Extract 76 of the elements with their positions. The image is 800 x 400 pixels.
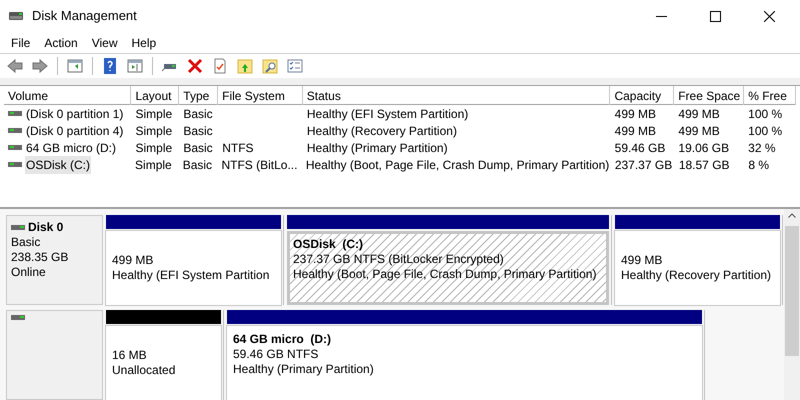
drive-icon	[11, 225, 25, 230]
table-cell-text: 499 MB	[678, 106, 720, 122]
partition-info: 16 MB	[112, 348, 148, 363]
disk-status: Online	[11, 265, 47, 280]
disk-type: Basic	[11, 235, 42, 250]
column-header[interactable]: Type	[179, 86, 218, 105]
disk-size: 238.35 GB	[11, 250, 70, 265]
table-cell-text: Simple	[135, 156, 172, 174]
maximize-icon	[710, 10, 720, 22]
table-cell-text: Simple	[136, 140, 172, 156]
menu-item[interactable]: File	[4, 32, 38, 52]
partition-title: OSDisk (C:)	[293, 237, 364, 252]
table-cell-text: 18.57 GB	[678, 156, 730, 174]
table-cell-text: NTFS	[222, 140, 254, 156]
volume-name[interactable]: OSDisk (C:)	[25, 156, 91, 174]
partition-box[interactable]: 499 MB Healthy (EFI System Partition	[106, 231, 281, 305]
partition-box[interactable]: 64 GB micro (D:) 59.46 GB NTFS Healthy (Primary Partition)	[227, 326, 702, 400]
partition-title: 64 GB micro (D:)	[233, 332, 332, 347]
volume-name[interactable]: (Disk 0 partition 4)	[25, 122, 124, 140]
partition-info: 499 MB	[112, 253, 154, 268]
scrollbar-thumb[interactable]	[785, 226, 799, 356]
menu-item[interactable]: Action	[37, 32, 85, 52]
table-cell-text: 499 MB	[614, 122, 656, 140]
table-cell-text: Basic	[183, 140, 213, 156]
table-cell-text: Basic	[183, 106, 213, 122]
table-cell-text: 19.06 GB	[678, 140, 730, 156]
partition-info: Healthy (Recovery Partition)	[621, 268, 772, 283]
disk-name: Disk 0	[28, 220, 64, 235]
column-header[interactable]: % Free	[744, 86, 796, 105]
table-cell-text: Basic	[183, 122, 213, 140]
close-icon	[764, 10, 774, 22]
column-header[interactable]: File System	[218, 86, 303, 105]
table-cell-text: 100 %	[748, 106, 782, 122]
scrollbar[interactable]	[784, 209, 800, 400]
table-cell-text: Simple	[136, 106, 172, 122]
table-cell-text: Healthy (Boot, Page File, Crash Dump, Primary Partition)	[306, 156, 610, 174]
column-header[interactable]: Status	[302, 86, 610, 105]
table-cell-text: Simple	[136, 122, 172, 140]
table-cell-text: 8 %	[748, 156, 770, 174]
partition-box[interactable]: OSDisk (C:) 237.37 GB NTFS (BitLocker Encrypted) Healthy (Boot, Page File, Crash Dump, Primary Partition)	[287, 231, 609, 305]
table-cell-text: 499 MB	[614, 106, 656, 122]
table-cell-text: Healthy (Recovery Partition)	[306, 122, 457, 140]
partition-info: 59.46 GB NTFS	[233, 347, 320, 362]
menu-item[interactable]: Help	[124, 32, 164, 52]
table-cell-text: Basic	[182, 156, 212, 174]
table-cell-text: 499 MB	[678, 122, 720, 140]
partition-box[interactable]: 16 MB Unallocated	[106, 326, 221, 400]
table-cell-text: 59.46 GB	[614, 140, 666, 156]
table-cell-text: NTFS (BitLo...	[221, 156, 298, 174]
drive-icon	[8, 145, 22, 150]
window-title: Disk Management	[32, 7, 137, 26]
partition-info: Unallocated	[112, 363, 176, 378]
drive-icon	[8, 128, 22, 133]
partition-info: 237.37 GB NTFS (BitLocker Encrypted)	[293, 252, 505, 267]
volume-name[interactable]: 64 GB micro (D:)	[25, 138, 118, 156]
column-header[interactable]: Capacity	[610, 86, 674, 105]
partition-box[interactable]: 499 MB Healthy (Recovery Partition)	[615, 231, 780, 305]
partition-info: Healthy (Primary Partition)	[233, 362, 375, 377]
column-header[interactable]: Volume	[4, 86, 132, 105]
partition-info: Healthy (EFI System Partition	[112, 268, 270, 283]
drive-icon	[11, 315, 25, 320]
drive-icon	[8, 111, 22, 116]
scroll-up-icon[interactable]	[788, 213, 796, 218]
column-header[interactable]: Layout	[131, 86, 180, 105]
partition-info: Healthy (Boot, Page File, Crash Dump, Primary Partition)	[293, 267, 598, 282]
table-cell-text: 100 %	[748, 122, 782, 140]
menu-item[interactable]: View	[84, 32, 124, 52]
volume-name[interactable]: (Disk 0 partition 1)	[25, 104, 124, 122]
table-cell-text: 237.37 GB	[614, 156, 672, 174]
disk-label-panel[interactable]: Disk 0 Basic 238.35 GB Online	[6, 215, 103, 305]
column-header[interactable]: Free Space	[674, 86, 744, 105]
table-cell-text: 32 %	[748, 140, 776, 156]
table-cell-text: Healthy (EFI System Partition)	[306, 106, 468, 122]
table-cell-text: Healthy (Primary Partition)	[306, 140, 448, 156]
partition-info: 499 MB	[621, 253, 664, 268]
drive-icon	[8, 162, 22, 167]
